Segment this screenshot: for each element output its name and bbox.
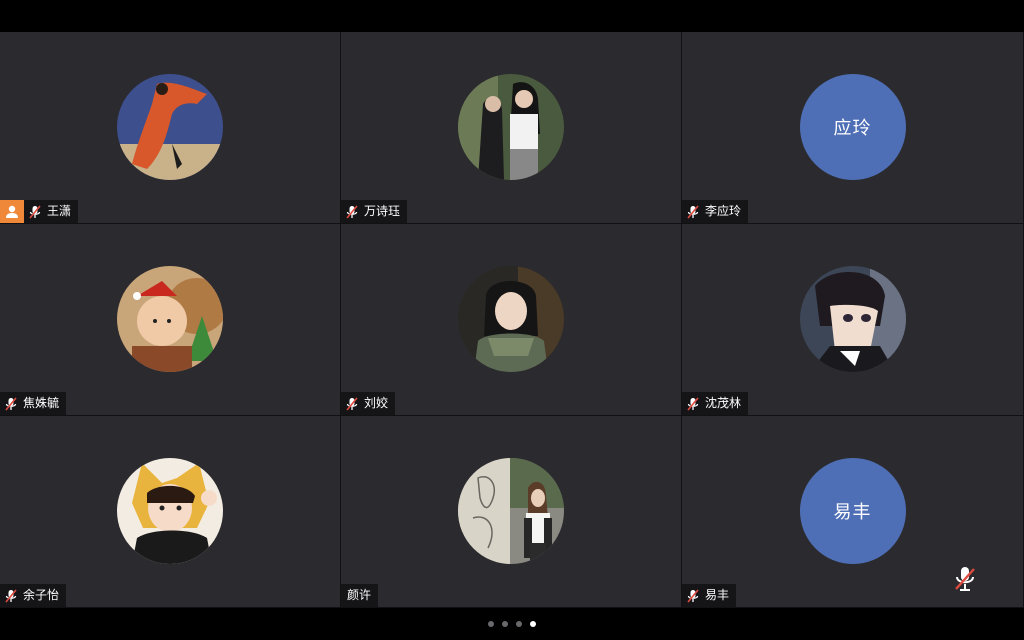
person-icon	[6, 205, 18, 218]
participant-avatar-initials: 应玲	[799, 74, 906, 180]
avatar-photo	[117, 266, 223, 372]
participant-avatar	[799, 266, 906, 372]
mic-muted-icon	[955, 567, 975, 591]
participant-name: 焦姝毓	[23, 396, 60, 410]
participant-avatar	[117, 74, 223, 180]
participant-tile[interactable]: 沈茂林	[682, 224, 1024, 416]
avatar-photo	[117, 74, 223, 180]
participant-label: 李应玲	[682, 200, 749, 223]
participant-tile[interactable]: 易丰 易丰	[682, 416, 1024, 608]
mic-muted-icon	[685, 204, 701, 220]
participant-name: 王潇	[47, 204, 72, 218]
participant-tile[interactable]: 余子怡	[0, 416, 341, 608]
page-dot[interactable]	[488, 621, 494, 627]
avatar-photo	[117, 458, 223, 564]
participant-grid: 王潇 万诗珏 应玲 李应玲 焦姝毓 刘姣 沈茂林 余子怡 颜许 易丰 易丰	[0, 32, 1024, 608]
participant-label: 余子怡	[0, 584, 67, 607]
page-indicator	[0, 608, 1024, 640]
page-dot-active[interactable]	[530, 621, 536, 627]
page-dot[interactable]	[502, 621, 508, 627]
mic-muted-icon	[27, 204, 43, 220]
page-dot[interactable]	[516, 621, 522, 627]
mic-muted-icon	[344, 204, 360, 220]
participant-label: 王潇	[24, 200, 79, 223]
participant-label: 沈茂林	[682, 392, 749, 415]
meeting-screen: 王潇 万诗珏 应玲 李应玲 焦姝毓 刘姣 沈茂林 余子怡 颜许 易丰 易丰	[0, 0, 1024, 640]
avatar-photo	[458, 266, 564, 372]
participant-name: 沈茂林	[705, 396, 742, 410]
avatar-photo	[799, 266, 906, 372]
participant-name: 万诗珏	[364, 204, 401, 218]
participant-name: 颜许	[347, 588, 372, 602]
participant-tile[interactable]: 焦姝毓	[0, 224, 341, 416]
participant-name: 易丰	[705, 588, 730, 602]
mic-muted-icon	[3, 396, 19, 412]
participant-avatar	[117, 266, 223, 372]
participant-label: 刘姣	[341, 392, 396, 415]
participant-label: 焦姝毓	[0, 392, 67, 415]
self-mic-toggle[interactable]	[953, 565, 977, 593]
participant-avatar	[458, 266, 564, 372]
avatar-photo	[458, 74, 564, 180]
mic-muted-icon	[344, 396, 360, 412]
participant-avatar	[458, 74, 564, 180]
mic-muted-icon	[685, 396, 701, 412]
mic-muted-icon	[3, 588, 19, 604]
participant-name: 刘姣	[364, 396, 389, 410]
mic-muted-icon	[685, 588, 701, 604]
participant-avatar	[458, 458, 564, 564]
participant-name: 余子怡	[23, 588, 60, 602]
host-badge	[0, 200, 24, 223]
participant-avatar	[117, 458, 223, 564]
participant-tile[interactable]: 王潇	[0, 32, 341, 224]
avatar-photo	[458, 458, 564, 564]
participant-label: 易丰	[682, 584, 737, 607]
participant-tile[interactable]: 万诗珏	[341, 32, 682, 224]
participant-tile[interactable]: 颜许	[341, 416, 682, 608]
participant-name: 李应玲	[705, 204, 742, 218]
participant-avatar-initials: 易丰	[799, 458, 906, 564]
participant-label: 万诗珏	[341, 200, 408, 223]
participant-tile[interactable]: 应玲 李应玲	[682, 32, 1024, 224]
participant-label: 颜许	[341, 584, 379, 607]
participant-tile[interactable]: 刘姣	[341, 224, 682, 416]
